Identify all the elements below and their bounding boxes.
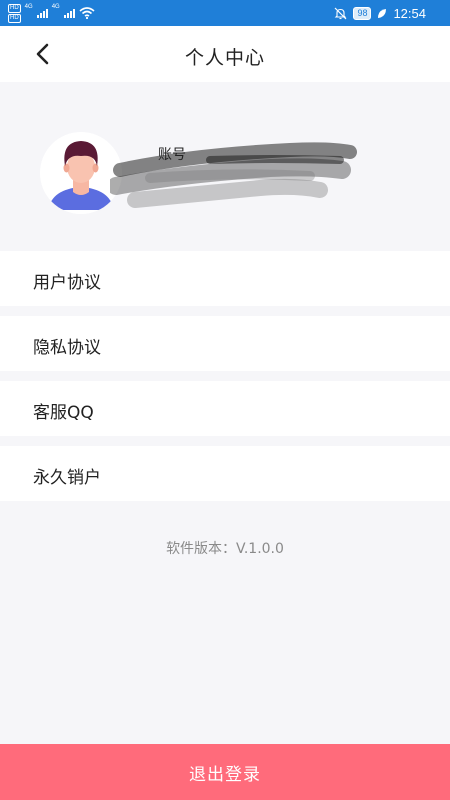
hd-icon: HD HD [8, 3, 21, 23]
menu-item-label: 用户协议 [33, 273, 101, 293]
profile-section: 账号 [0, 82, 450, 250]
signal-icon [63, 8, 75, 18]
menu-item-label: 客服QQ [33, 403, 94, 423]
network-label: 4G [24, 4, 33, 10]
battery-icon: 98 [353, 6, 372, 20]
page-title: 个人中心 [184, 47, 265, 69]
status-left: HD HD 4G 4G [8, 3, 95, 23]
app-version: 软件版本：V.1.0.0 [166, 541, 284, 557]
status-bar: HD HD 4G 4G 98 12:54 [0, 0, 450, 26]
menu-item-privacy-policy[interactable]: 隐私协议 [0, 316, 450, 371]
menu-item-user-agreement[interactable]: 用户协议 [0, 251, 450, 306]
leaf-icon [378, 8, 387, 18]
network-label: 4G [51, 4, 60, 10]
status-right: 98 12:54 [334, 3, 426, 23]
menu-item-label: 永久销户 [33, 468, 101, 488]
menu-item-delete-account[interactable]: 永久销户 [0, 446, 450, 501]
hd-badge: HD [8, 3, 21, 13]
app-header: 个人中心 [0, 26, 450, 82]
hd-badge: HD [8, 13, 21, 23]
mute-icon [335, 7, 347, 19]
menu-item-customer-service-qq[interactable]: 客服QQ [0, 381, 450, 436]
signal-icon [36, 8, 48, 18]
redacted-account-scribble [110, 142, 357, 208]
wifi-icon [79, 7, 95, 19]
logout-button[interactable]: 退出登录 [0, 744, 450, 800]
account-label: 账号 [158, 147, 186, 163]
menu-item-label: 隐私协议 [33, 338, 101, 358]
clock: 12:54 [393, 5, 426, 21]
